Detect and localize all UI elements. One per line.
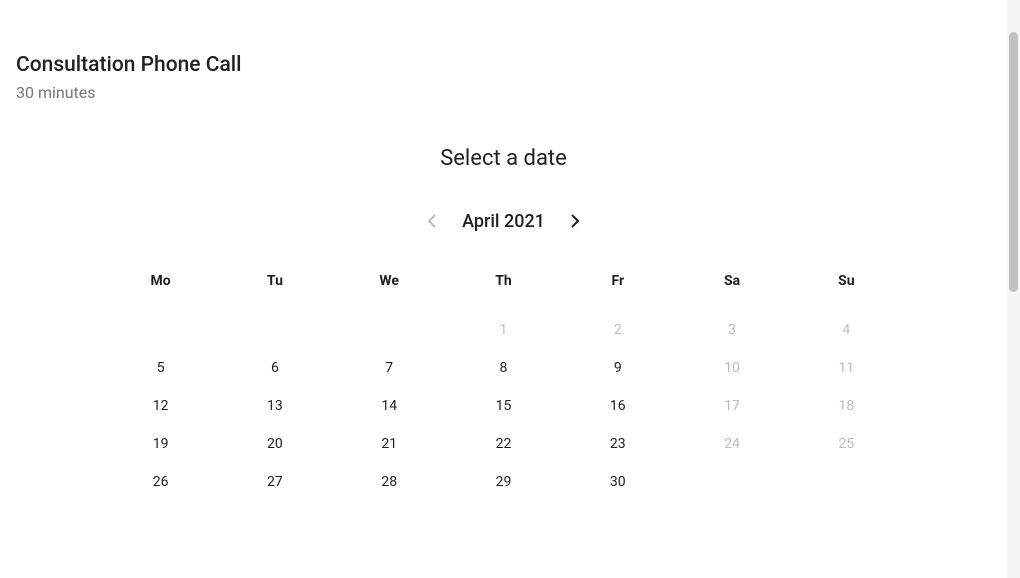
day-empty: [332, 311, 446, 349]
day-cell: 25: [789, 425, 903, 463]
day-cell: 1: [446, 311, 560, 349]
day-cell[interactable]: 23: [561, 425, 675, 463]
day-empty: [789, 463, 903, 501]
weekday-row: MoTuWeThFrSaSu: [104, 265, 904, 297]
day-cell[interactable]: 26: [104, 463, 218, 501]
day-cell[interactable]: 6: [218, 349, 332, 387]
appointment-duration: 30 minutes: [16, 83, 1007, 102]
weekday-header: We: [332, 265, 446, 297]
day-cell: 18: [789, 387, 903, 425]
current-month-label: April 2021: [462, 211, 545, 232]
calendar: MoTuWeThFrSaSu 1234567891011121314151617…: [104, 265, 904, 501]
day-cell[interactable]: 13: [218, 387, 332, 425]
chevron-left-icon: [427, 213, 437, 229]
day-empty: [675, 463, 789, 501]
day-cell[interactable]: 29: [446, 463, 560, 501]
day-cell: 4: [789, 311, 903, 349]
day-cell[interactable]: 28: [332, 463, 446, 501]
day-cell[interactable]: 22: [446, 425, 560, 463]
day-cell: 24: [675, 425, 789, 463]
weekday-header: Th: [446, 265, 560, 297]
day-cell[interactable]: 9: [561, 349, 675, 387]
day-cell: 3: [675, 311, 789, 349]
weekday-header: Tu: [218, 265, 332, 297]
scrollbar-thumb[interactable]: [1009, 32, 1018, 292]
select-date-heading: Select a date: [0, 146, 1007, 171]
day-cell[interactable]: 21: [332, 425, 446, 463]
day-empty: [104, 311, 218, 349]
day-cell[interactable]: 7: [332, 349, 446, 387]
weekday-header: Su: [789, 265, 903, 297]
day-cell[interactable]: 5: [104, 349, 218, 387]
day-cell: 2: [561, 311, 675, 349]
day-cell[interactable]: 12: [104, 387, 218, 425]
scrollbar-track[interactable]: [1007, 0, 1020, 578]
day-cell[interactable]: 8: [446, 349, 560, 387]
day-empty: [218, 311, 332, 349]
appointment-header: Consultation Phone Call 30 minutes: [0, 0, 1007, 102]
next-month-button[interactable]: [563, 209, 587, 233]
weekday-header: Fr: [561, 265, 675, 297]
day-cell[interactable]: 19: [104, 425, 218, 463]
day-cell[interactable]: 27: [218, 463, 332, 501]
day-cell[interactable]: 20: [218, 425, 332, 463]
month-navigation: April 2021: [0, 209, 1007, 233]
day-cell[interactable]: 14: [332, 387, 446, 425]
chevron-right-icon: [570, 213, 580, 229]
weekday-header: Mo: [104, 265, 218, 297]
days-grid: 1234567891011121314151617181920212223242…: [104, 311, 904, 501]
day-cell[interactable]: 30: [561, 463, 675, 501]
weekday-header: Sa: [675, 265, 789, 297]
day-cell: 11: [789, 349, 903, 387]
prev-month-button: [420, 209, 444, 233]
day-cell[interactable]: 15: [446, 387, 560, 425]
day-cell: 10: [675, 349, 789, 387]
appointment-title: Consultation Phone Call: [16, 52, 1007, 79]
day-cell[interactable]: 16: [561, 387, 675, 425]
day-cell: 17: [675, 387, 789, 425]
